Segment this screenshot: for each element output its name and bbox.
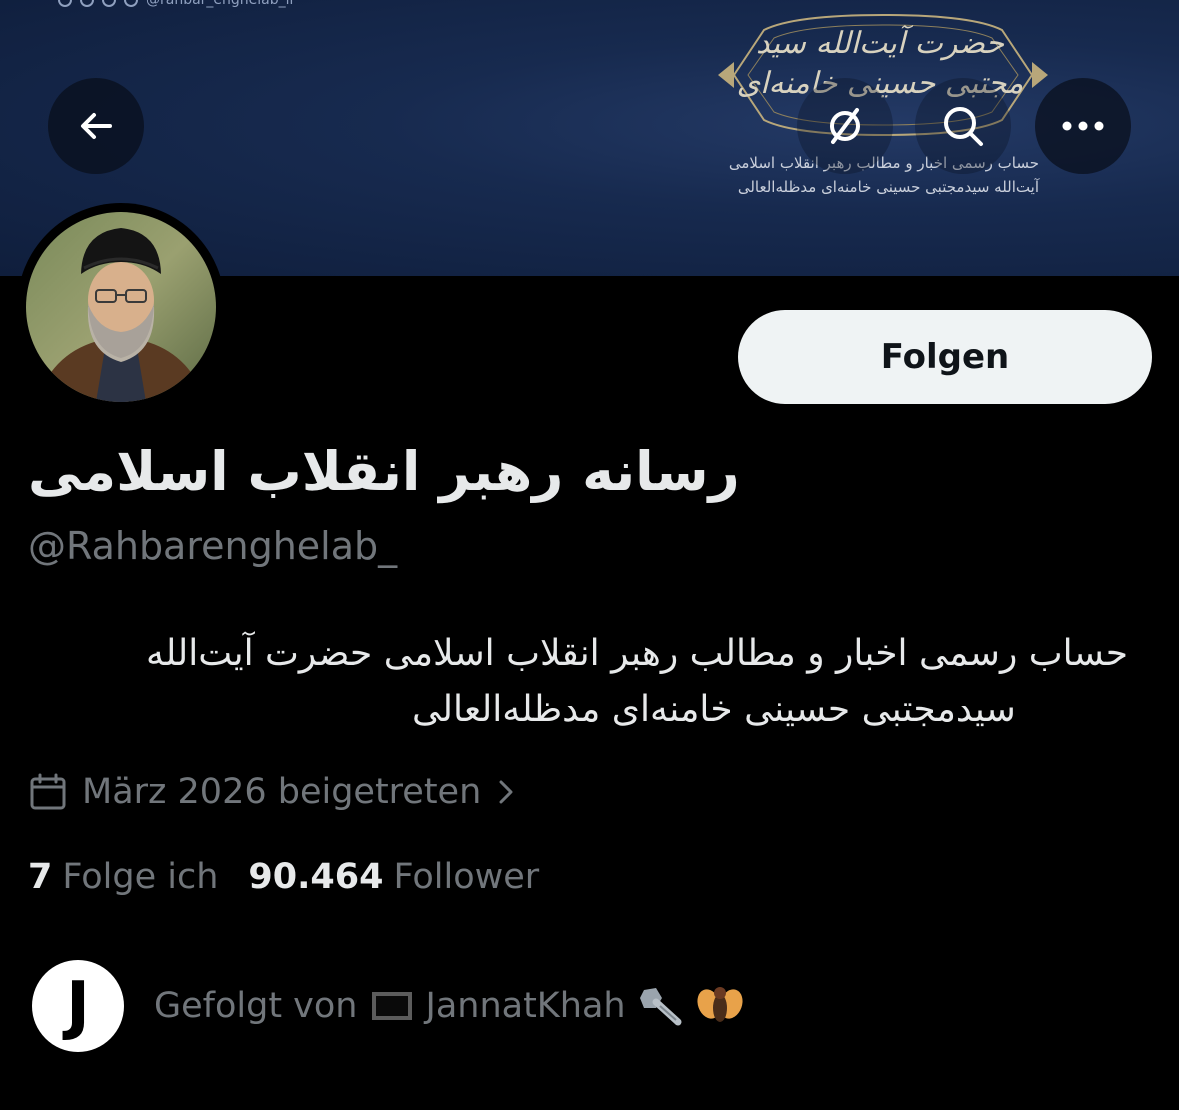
grok-button[interactable]	[797, 78, 893, 174]
joined-date-label: März 2026 beigetreten	[82, 772, 482, 812]
banner-social-handle: @rahbar_enghelab_ir	[146, 0, 296, 8]
bio-line-1: حساب رسمی اخبار و مطالب رهبر انقلاب اسلا…	[146, 633, 1128, 674]
followed-by-prefix: Gefolgt von	[154, 986, 358, 1026]
follow-button[interactable]: Folgen	[738, 310, 1152, 404]
arrow-left-icon	[81, 113, 112, 139]
follower-avatar: J	[32, 960, 124, 1052]
banner-social-row: @rahbar_enghelab_ir	[58, 0, 295, 8]
telegram-icon	[124, 0, 138, 7]
bale-icon	[102, 0, 116, 7]
search-icon	[944, 107, 983, 146]
followers-label: Follower	[393, 857, 540, 897]
profile-display-name: رسانه رهبر انقلاب اسلامی	[28, 440, 740, 503]
following-count: 7	[28, 857, 53, 897]
back-button[interactable]	[48, 78, 144, 174]
nut-and-bolt-icon	[638, 986, 684, 1026]
more-horizontal-icon	[1062, 121, 1104, 131]
instagram-icon	[58, 0, 72, 7]
follower-avatar-letter: J	[66, 969, 90, 1043]
banner-caption-line-2: آیت‌الله سید‌مجتبی حسینی خامنه‌ای مدظله‌…	[737, 178, 1039, 196]
following-stat[interactable]: 7 Folge ich	[28, 857, 218, 897]
followed-by-row[interactable]: J Gefolgt von JannatKhah	[32, 960, 744, 1052]
calendar-icon	[30, 773, 66, 810]
eitaa-icon	[80, 0, 94, 7]
fly-icon	[696, 984, 744, 1028]
follow-stats: 7 Folge ich 90.464 Follower	[28, 852, 539, 902]
black-flag-icon	[370, 988, 414, 1024]
bio-line-2: سیدمجتبی حسینی خامنه‌ای مدظله‌العالی	[412, 689, 1016, 730]
avatar-portrait	[26, 212, 216, 402]
joined-date-row[interactable]: März 2026 beigetreten	[28, 766, 517, 818]
following-label: Folge ich	[62, 857, 219, 897]
followers-count: 90.464	[248, 857, 384, 897]
profile-bio: حساب رسمی اخبار و مطالب رهبر انقلاب اسلا…	[28, 626, 1128, 738]
chevron-right-icon	[499, 780, 513, 804]
follower-name: JannatKhah	[425, 986, 626, 1026]
grok-icon	[830, 108, 860, 144]
profile-handle: @Rahbarenghelab_	[28, 524, 398, 568]
search-button[interactable]	[915, 78, 1011, 174]
followers-stat[interactable]: 90.464 Follower	[248, 857, 539, 897]
profile-avatar[interactable]	[26, 212, 216, 402]
more-options-button[interactable]	[1035, 78, 1131, 174]
followed-by-text: Gefolgt von JannatKhah	[154, 984, 744, 1028]
